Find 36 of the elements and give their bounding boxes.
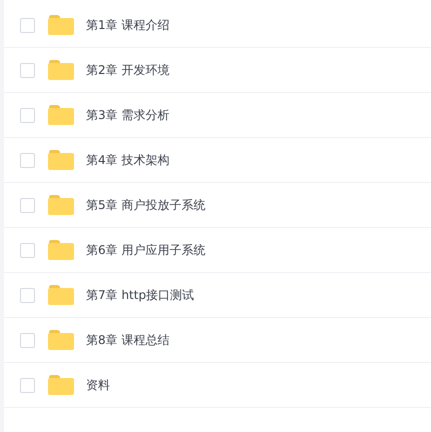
folder-icon bbox=[48, 240, 74, 260]
file-name: 第7章 http接口测试 bbox=[86, 286, 194, 304]
checkbox[interactable] bbox=[20, 378, 35, 392]
folder-icon bbox=[48, 285, 74, 305]
checkbox[interactable] bbox=[20, 198, 35, 212]
file-row[interactable]: 第1章 课程介绍 bbox=[4, 3, 431, 48]
folder-icon bbox=[48, 195, 74, 215]
folder-icon bbox=[48, 105, 74, 125]
file-row[interactable]: 第8章 课程总结 bbox=[4, 318, 431, 363]
checkbox[interactable] bbox=[20, 288, 35, 302]
file-name: 第5章 商户投放子系统 bbox=[86, 196, 206, 214]
file-row[interactable]: 第3章 需求分析 bbox=[4, 93, 431, 138]
file-name: 第1章 课程介绍 bbox=[86, 16, 170, 34]
checkbox[interactable] bbox=[20, 62, 35, 78]
file-name: 第2章 开发环境 bbox=[86, 62, 170, 78]
folder-icon bbox=[48, 150, 74, 170]
file-row[interactable]: 第4章 技术架构 bbox=[4, 138, 431, 183]
checkbox[interactable] bbox=[20, 18, 35, 32]
checkbox[interactable] bbox=[20, 242, 35, 258]
folder-icon bbox=[48, 375, 74, 395]
checkbox[interactable] bbox=[20, 332, 35, 348]
file-name: 资料 bbox=[86, 376, 110, 394]
file-name: 第8章 课程总结 bbox=[86, 332, 170, 348]
folder-icon bbox=[48, 330, 74, 350]
file-row[interactable]: 第2章 开发环境 bbox=[4, 48, 431, 93]
file-row[interactable]: 第6章 用户应用子系统 bbox=[4, 228, 431, 273]
file-name: 第6章 用户应用子系统 bbox=[86, 242, 206, 258]
file-row[interactable]: 第5章 商户投放子系统 bbox=[4, 183, 431, 228]
folder-icon bbox=[48, 60, 74, 80]
folder-icon bbox=[48, 15, 74, 35]
file-name: 第4章 技术架构 bbox=[86, 152, 170, 168]
file-name: 第3章 需求分析 bbox=[86, 106, 170, 124]
checkbox[interactable] bbox=[20, 152, 35, 168]
checkbox[interactable] bbox=[20, 108, 35, 122]
file-row[interactable]: 资料 bbox=[4, 363, 431, 408]
file-row[interactable]: 第7章 http接口测试 bbox=[4, 273, 431, 318]
